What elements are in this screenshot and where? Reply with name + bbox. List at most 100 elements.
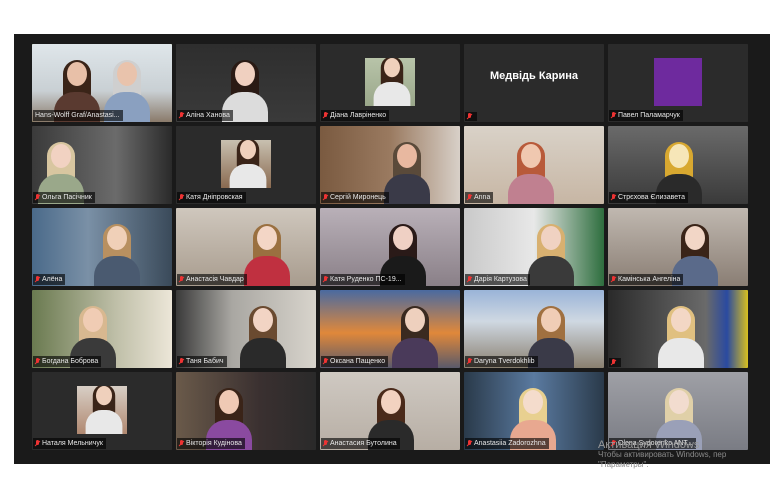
muted-mic-icon: [323, 358, 328, 365]
participant-name-bar: Аліна Ханова: [177, 110, 233, 121]
participant-tile[interactable]: Діана Лавріненко: [320, 44, 460, 122]
profile-picture: [77, 386, 127, 434]
participant-name: Hans-Wolff Graf/Anastasi...: [35, 112, 120, 119]
muted-mic-icon: [179, 112, 184, 119]
participant-name: Вікторія Кудінова: [186, 440, 242, 447]
participant-name-bar: Анастасия Бутолина: [321, 438, 400, 449]
participant-name: Таня Бабич: [186, 358, 224, 365]
participant-name: Катя Руденко ПС-19...: [330, 276, 402, 283]
muted-mic-icon: [179, 358, 184, 365]
participant-name: Камінська Ангеліна: [618, 276, 681, 283]
participant-figure: [508, 142, 554, 204]
participant-name-bar: Anna: [465, 192, 494, 203]
participant-name-bar: Анастасія Чавдар: [177, 274, 247, 285]
muted-mic-icon: [323, 112, 328, 119]
participant-name: Алёна: [42, 276, 63, 283]
participant-tile[interactable]: Камінська Ангеліна: [608, 208, 748, 286]
participant-name-bar: Сергій Миронець: [321, 192, 389, 203]
participant-name-bar: Павел Паламарчук: [609, 110, 683, 121]
participant-tile[interactable]: Медвідь Карина: [464, 44, 604, 122]
muted-mic-icon: [467, 276, 472, 283]
participant-name: Daryna Tverdokhlib: [474, 358, 535, 365]
muted-mic-icon: [323, 194, 328, 201]
participant-name: Аліна Ханова: [186, 112, 230, 119]
muted-mic-icon: [323, 276, 328, 283]
muted-mic-icon: [35, 440, 40, 447]
participant-tile[interactable]: Алёна: [32, 208, 172, 286]
participant-name: Сергій Миронець: [330, 194, 386, 201]
participant-tile[interactable]: Anastasiia Zadorozhna: [464, 372, 604, 450]
participant-name: Anna: [474, 194, 491, 201]
participant-name-bar: Богдана Боброва: [33, 356, 102, 367]
participant-figure: [392, 306, 438, 368]
muted-mic-icon: [35, 194, 40, 201]
participant-figure: [528, 224, 574, 286]
watermark-line-2: "Параметры".: [598, 460, 649, 469]
muted-mic-icon: [467, 358, 472, 365]
participant-tile[interactable]: Аліна Ханова: [176, 44, 316, 122]
participant-figure: [94, 224, 140, 286]
participant-tile[interactable]: Наталя Мельничук: [32, 372, 172, 450]
participant-name-bar: Камінська Ангеліна: [609, 274, 684, 285]
participant-name-bar: Діана Лавріненко: [321, 110, 390, 121]
participant-name: Павел Паламарчук: [618, 112, 680, 119]
participant-tile[interactable]: Anna: [464, 126, 604, 204]
muted-mic-icon: [611, 112, 616, 119]
muted-mic-icon: [179, 276, 184, 283]
watermark-title: Активация Windows: [598, 439, 700, 451]
participant-tile[interactable]: Hans-Wolff Graf/Anastasi...: [32, 44, 172, 122]
participant-tile[interactable]: Ольга Пасічник: [32, 126, 172, 204]
profile-picture: [654, 58, 702, 106]
participant-tile[interactable]: Дарія Картузова: [464, 208, 604, 286]
participant-tile[interactable]: [608, 290, 748, 368]
participant-name: Оксана Пащенко: [330, 358, 386, 365]
muted-mic-icon: [35, 358, 40, 365]
participant-tile[interactable]: Богдана Боброва: [32, 290, 172, 368]
muted-mic-icon: [323, 440, 328, 447]
participant-figure: [244, 224, 290, 286]
participant-tile[interactable]: Daryna Tverdokhlib: [464, 290, 604, 368]
profile-picture: [221, 140, 271, 188]
participant-name: Стрєхова Єлизавета: [618, 194, 685, 201]
participant-name: Дарія Картузова: [474, 276, 527, 283]
participant-name: Anastasiia Zadorozhna: [474, 440, 546, 447]
participant-tile[interactable]: Оксана Пащенко: [320, 290, 460, 368]
participant-name: Діана Лавріненко: [330, 112, 387, 119]
muted-mic-icon: [35, 276, 40, 283]
participant-tile[interactable]: Катя Дніпровская: [176, 126, 316, 204]
participant-display-name: Медвідь Карина: [489, 70, 579, 82]
participant-name-bar: Вікторія Кудінова: [177, 438, 245, 449]
participant-name-bar: Катя Дніпровская: [177, 192, 246, 203]
windows-activation-watermark: Активация Windows Чтобы активировать Win…: [598, 440, 726, 470]
profile-picture: [365, 58, 415, 106]
participant-tile[interactable]: Сергій Миронець: [320, 126, 460, 204]
participant-name-bar: Оксана Пащенко: [321, 356, 389, 367]
participant-tile[interactable]: Стрєхова Єлизавета: [608, 126, 748, 204]
muted-mic-icon: [611, 359, 616, 366]
muted-mic-icon: [179, 440, 184, 447]
participant-name-bar: Hans-Wolff Graf/Anastasi...: [33, 110, 123, 121]
participant-name-bar: [465, 112, 477, 121]
participant-name-bar: Anastasiia Zadorozhna: [465, 438, 549, 449]
participant-name: Анастасия Бутолина: [330, 440, 397, 447]
participant-name-bar: Наталя Мельничук: [33, 438, 106, 449]
participant-name: Богдана Боброва: [42, 358, 99, 365]
muted-mic-icon: [611, 194, 616, 201]
participant-tile[interactable]: Анастасия Бутолина: [320, 372, 460, 450]
participant-name: Анастасія Чавдар: [186, 276, 244, 283]
participant-name: Катя Дніпровская: [186, 194, 243, 201]
participant-figure: [658, 306, 704, 368]
participant-tile[interactable]: Катя Руденко ПС-19...: [320, 208, 460, 286]
participant-figure: [384, 142, 430, 204]
participant-name-bar: Катя Руденко ПС-19...: [321, 274, 405, 285]
participant-name-bar: Таня Бабич: [177, 356, 227, 367]
participant-tile[interactable]: Павел Паламарчук: [608, 44, 748, 122]
participant-tile[interactable]: Вікторія Кудінова: [176, 372, 316, 450]
participant-tile[interactable]: Анастасія Чавдар: [176, 208, 316, 286]
participant-figure: [240, 306, 286, 368]
participant-grid: Hans-Wolff Graf/Anastasi... Аліна Ханова Д…: [32, 44, 748, 450]
participant-tile[interactable]: Таня Бабич: [176, 290, 316, 368]
video-conference-window: Hans-Wolff Graf/Anastasi... Аліна Ханова Д…: [14, 34, 770, 464]
participant-name-bar: Алёна: [33, 274, 66, 285]
participant-name-bar: Дарія Картузова: [465, 274, 530, 285]
